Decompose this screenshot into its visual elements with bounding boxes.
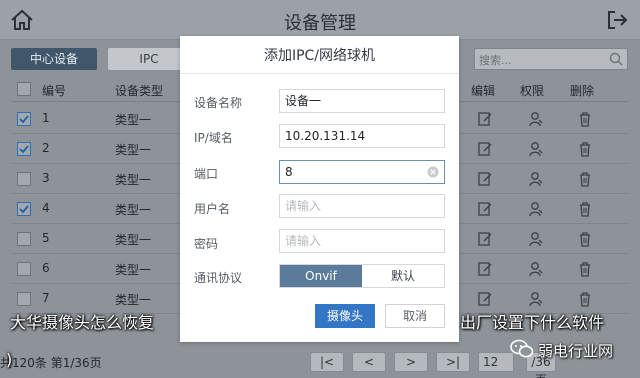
row-checkbox[interactable] (17, 172, 31, 186)
row-number: 4 (42, 201, 50, 215)
row-checkbox[interactable] (17, 202, 31, 216)
password-field[interactable] (279, 229, 445, 253)
logout-icon[interactable] (606, 9, 628, 31)
ip-domain-field[interactable]: 10.20.131.14 (279, 124, 445, 148)
wechat-icon (510, 339, 534, 358)
device-name-label: 设备名称 (194, 96, 243, 110)
clear-input-icon[interactable] (427, 166, 439, 178)
username-label: 用户名 (194, 202, 231, 216)
edit-icon[interactable] (477, 231, 493, 247)
tab-ipc[interactable]: IPC (108, 48, 190, 70)
dialog-divider (180, 73, 459, 74)
edit-icon[interactable] (477, 291, 493, 307)
header-device-type: 设备类型 (115, 84, 164, 98)
prev-page-button[interactable]: < (352, 352, 386, 372)
cancel-button[interactable]: 取消 (385, 304, 445, 328)
row-checkbox[interactable] (17, 112, 31, 126)
page-input[interactable]: 12 (478, 352, 514, 372)
camera-button[interactable]: 摄像头 (315, 304, 375, 328)
protocol-selector: Onvif 默认 (279, 264, 445, 288)
delete-icon[interactable] (577, 171, 593, 187)
first-page-button[interactable]: |< (310, 352, 344, 372)
row-checkbox[interactable] (17, 232, 31, 246)
delete-icon[interactable] (577, 111, 593, 127)
edit-icon[interactable] (477, 261, 493, 277)
row-device-type: 类型一 (115, 143, 152, 157)
checkmark-icon (19, 145, 29, 154)
row-number: 5 (42, 231, 50, 245)
dialog-title: 添加IPC/网络球机 (263, 48, 376, 64)
row-number: 7 (42, 291, 50, 305)
edit-icon[interactable] (477, 111, 493, 127)
edit-icon[interactable] (477, 171, 493, 187)
port-field[interactable]: 8 (279, 160, 445, 184)
row-device-type: 类型一 (115, 233, 152, 247)
permission-icon[interactable] (528, 171, 544, 187)
header-number: 编号 (42, 84, 67, 98)
protocol-label: 通讯协议 (194, 271, 243, 285)
protocol-option-onvif[interactable]: Onvif (280, 265, 362, 287)
row-number: 3 (42, 171, 50, 185)
row-device-type: 类型一 (115, 113, 152, 127)
protocol-option-default[interactable]: 默认 (362, 265, 444, 287)
last-page-button[interactable]: >| (436, 352, 470, 372)
header-delete: 删除 (570, 84, 595, 98)
account-badge: 弱电行业网 (510, 337, 632, 363)
next-page-button[interactable]: > (394, 352, 428, 372)
permission-icon[interactable] (528, 291, 544, 307)
search-box (474, 48, 628, 71)
row-number: 6 (42, 261, 50, 275)
permission-icon[interactable] (528, 141, 544, 157)
row-device-type: 类型一 (115, 293, 152, 307)
top-bar: 设备管理 (0, 0, 640, 40)
add-ipc-dialog: 添加IPC/网络球机 设备名称 设备一 IP/域名 10.20.131.14 端… (180, 36, 459, 342)
header-permission: 权限 (520, 84, 545, 98)
select-all-checkbox[interactable] (17, 82, 31, 96)
delete-icon[interactable] (577, 201, 593, 217)
permission-icon[interactable] (528, 261, 544, 277)
caption-right: 出厂设置下什么软件 (460, 313, 605, 332)
pagination-summary: 共120条 第1/36页 (0, 356, 102, 370)
device-name-field[interactable]: 设备一 (279, 89, 445, 113)
account-name: 弱电行业网 (538, 342, 614, 360)
username-field[interactable] (279, 194, 445, 218)
caption-paren: ) (6, 350, 13, 369)
checkmark-icon (19, 115, 29, 124)
checkmark-icon (19, 205, 29, 214)
delete-icon[interactable] (577, 291, 593, 307)
edit-icon[interactable] (477, 141, 493, 157)
row-checkbox[interactable] (17, 262, 31, 276)
delete-icon[interactable] (577, 231, 593, 247)
search-input[interactable] (475, 50, 595, 71)
row-number: 2 (42, 141, 50, 155)
row-device-type: 类型一 (115, 173, 152, 187)
edit-icon[interactable] (477, 201, 493, 217)
password-label: 密码 (194, 237, 219, 251)
row-checkbox[interactable] (17, 142, 31, 156)
row-checkbox[interactable] (17, 292, 31, 306)
delete-icon[interactable] (577, 141, 593, 157)
permission-icon[interactable] (528, 231, 544, 247)
page-title: 设备管理 (284, 13, 356, 34)
row-number: 1 (42, 111, 50, 125)
port-label: 端口 (194, 167, 219, 181)
search-icon[interactable] (609, 52, 623, 66)
row-device-type: 类型一 (115, 203, 152, 217)
header-edit: 编辑 (471, 84, 496, 98)
ip-domain-label: IP/域名 (194, 131, 233, 145)
permission-icon[interactable] (528, 111, 544, 127)
tab-center-devices[interactable]: 中心设备 (11, 48, 97, 70)
caption-left: 大华摄像头怎么恢复 (10, 313, 155, 332)
row-device-type: 类型一 (115, 263, 152, 277)
permission-icon[interactable] (528, 201, 544, 217)
delete-icon[interactable] (577, 261, 593, 277)
